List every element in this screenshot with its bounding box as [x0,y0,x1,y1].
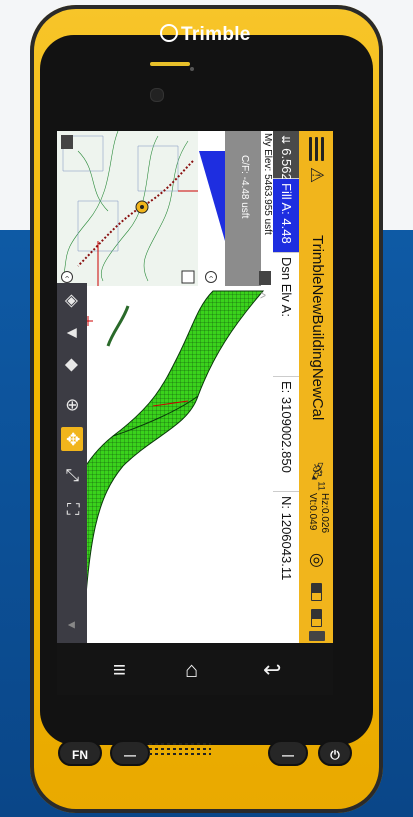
orbit-icon[interactable]: ⛶ [61,497,83,521]
design-elevation-cell[interactable]: Dsn Elv A: 5468.433 [253,253,299,377]
precision-vt: Vt:0.049 [307,493,318,531]
job-title: TrimbleNewBuildingNewCal [309,235,326,421]
plan-map-drawing [57,131,198,286]
power-key[interactable]: ⏻ [318,740,352,766]
warning-triangle-icon[interactable]: ⚠ [306,167,327,183]
panel-back-icon[interactable]: ‹ [205,271,217,283]
earpiece-speaker [150,62,190,66]
toolbar-expand-icon[interactable]: ▼ [61,613,83,637]
home-button[interactable]: ⌂ [185,657,198,683]
minus-key-left[interactable]: — [110,740,150,766]
front-camera [150,88,164,102]
trimble-globe-icon [160,24,178,42]
brand-logo: Trimble [160,24,251,46]
precision-hz: Hz:0.026 [319,493,330,534]
fn-key[interactable]: FN [58,740,102,766]
map-toolbar: ◈ ▼ ◆ ⊕ ✥ ⤢ ⛶ ▼ [57,283,87,643]
device-screen: ⚠ TrimbleNewBuildingNewCal 🛰11 Hz:0.026 V… [57,131,333,643]
controller-battery-icon[interactable] [309,631,325,641]
speaker-grille [145,740,215,762]
satellite-count: 11 [316,481,327,491]
battery-2-icon[interactable] [311,609,322,627]
3d-surface-viewport[interactable]: + ^ [57,286,273,643]
fill-cell[interactable]: Fill A: 4.48 [273,179,299,253]
app-header: ⚠ TrimbleNewBuildingNewCal 🛰11 Hz:0.026 V… [299,131,333,643]
zoom-extents-icon[interactable]: ⤢ [61,463,83,487]
surface-model [57,290,265,643]
side-panels: My Elev: 5463.955 usft C/F: -4.48 usft ‹ [57,131,273,286]
back-button[interactable]: ↩ [263,657,281,683]
pan-icon[interactable]: ✥ [61,427,83,451]
menu-icon[interactable] [305,137,327,161]
minus-key-right[interactable]: — [268,740,308,766]
map-collapse-icon[interactable] [61,135,73,149]
easting-cell[interactable]: E: 3109002.850 [273,377,299,492]
map-back-icon[interactable]: ‹ [61,271,73,283]
cut-fill-label: C/F: -4.48 usft [239,155,250,219]
expand-chevron-icon[interactable]: ^ [253,292,269,299]
panel-collapse-icon[interactable] [259,271,271,285]
cut-fill-panel: My Elev: 5463.955 usft C/F: -4.48 usft ‹ [197,131,273,286]
battery-1-icon[interactable] [311,583,322,601]
tolerance-value: 6.562 [279,148,294,181]
recents-button[interactable]: ≡ [113,657,126,683]
tolerance-icon: ⇊ [279,135,291,145]
rtk-radio-icon[interactable]: ◎ [307,553,327,568]
gnss-satellite-icon[interactable]: 🛰11 [307,461,327,491]
filter-icon[interactable]: ▼ [61,321,83,345]
app-landscape: ⚠ TrimbleNewBuildingNewCal 🛰11 Hz:0.026 V… [57,131,333,643]
my-elevation-label: My Elev: 5463.955 usft [262,133,273,235]
status-info-bar: ⇊6.562 Fill A: 4.48 Dsn Elv A: 5468.433 … [253,131,299,643]
plan-map-panel[interactable]: ‹ [57,131,198,286]
zoom-in-icon[interactable]: ⊕ [61,393,83,417]
brand-name: Trimble [181,24,251,45]
tolerance-cell[interactable]: ⇊ 6.562 [273,131,299,181]
proximity-sensor [190,67,194,71]
android-nav-bar: ≡ ⌂ ↩ [57,643,333,695]
cut-fill-arrow [225,256,261,274]
precision-readout[interactable]: Hz:0.026 Vt:0.049 [306,493,330,533]
fill-indicator-triangle [199,151,225,241]
northing-cell[interactable]: N: 1206043.11 [273,492,299,643]
layers-icon[interactable]: ◈ [61,289,83,313]
surface-icon[interactable]: ◆ [61,353,83,377]
